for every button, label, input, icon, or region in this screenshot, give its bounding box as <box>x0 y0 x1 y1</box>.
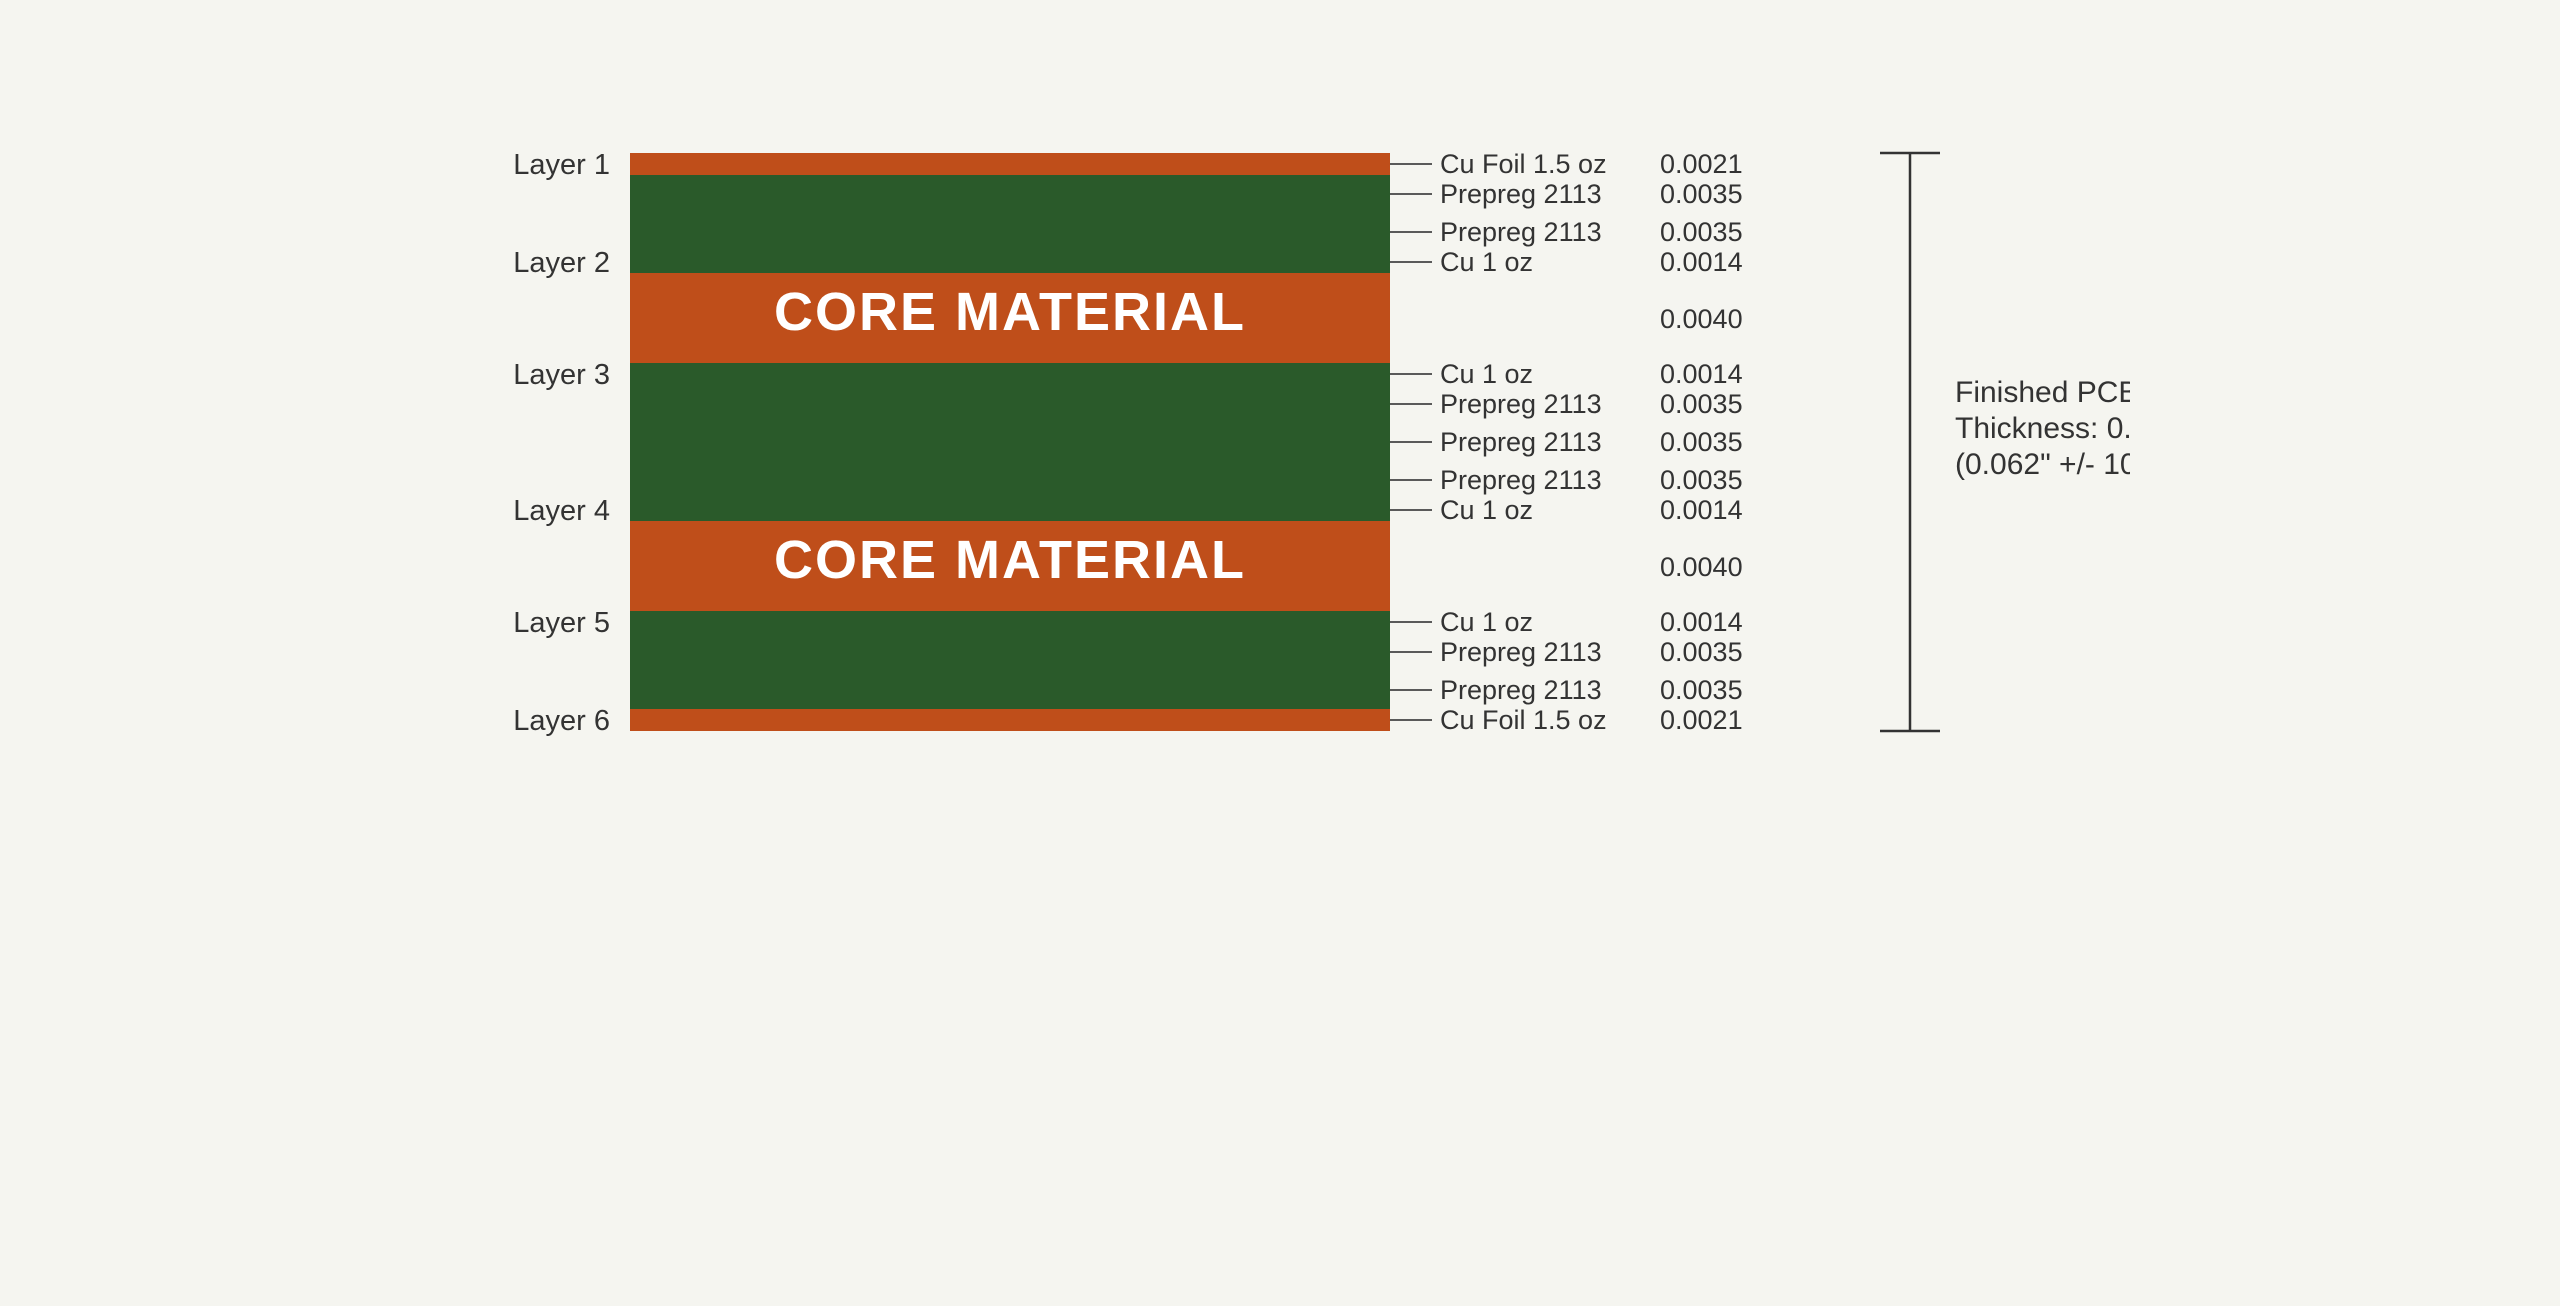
svg-text:0.0021: 0.0021 <box>1660 149 1743 179</box>
svg-text:Prepreg 2113: Prepreg 2113 <box>1440 675 1602 705</box>
svg-text:Layer 1: Layer 1 <box>513 149 610 181</box>
svg-text:CORE MATERIAL: CORE MATERIAL <box>774 530 1246 590</box>
svg-text:Prepreg 2113: Prepreg 2113 <box>1440 389 1602 419</box>
svg-text:Prepreg 2113: Prepreg 2113 <box>1440 427 1602 457</box>
svg-text:0.0021: 0.0021 <box>1660 705 1743 735</box>
diagram-wrapper: Finished PCBThickness: 0.0618(0.062" +/-… <box>0 0 2560 1306</box>
svg-text:Prepreg 2113: Prepreg 2113 <box>1440 465 1602 495</box>
svg-text:Cu 1 oz: Cu 1 oz <box>1440 607 1533 637</box>
svg-text:0.0014: 0.0014 <box>1660 247 1743 277</box>
svg-text:0.0040: 0.0040 <box>1660 552 1743 582</box>
svg-text:Cu Foil 1.5 oz: Cu Foil 1.5 oz <box>1440 149 1607 179</box>
svg-text:0.0014: 0.0014 <box>1660 607 1743 637</box>
svg-text:Layer 3: Layer 3 <box>513 359 610 391</box>
svg-text:0.0035: 0.0035 <box>1660 675 1743 705</box>
svg-text:Cu 1 oz: Cu 1 oz <box>1440 495 1533 525</box>
svg-text:0.0035: 0.0035 <box>1660 465 1743 495</box>
svg-text:Prepreg 2113: Prepreg 2113 <box>1440 179 1602 209</box>
svg-text:0.0014: 0.0014 <box>1660 359 1743 389</box>
svg-text:Cu 1 oz: Cu 1 oz <box>1440 247 1533 277</box>
svg-text:Finished PCBThickness: 0.0618(: Finished PCBThickness: 0.0618(0.062" +/-… <box>1955 376 2130 481</box>
svg-text:0.0035: 0.0035 <box>1660 427 1743 457</box>
svg-text:0.0035: 0.0035 <box>1660 637 1743 667</box>
svg-text:0.0035: 0.0035 <box>1660 217 1743 247</box>
svg-text:Prepreg 2113: Prepreg 2113 <box>1440 637 1602 667</box>
svg-text:0.0014: 0.0014 <box>1660 495 1743 525</box>
svg-text:Layer 2: Layer 2 <box>513 247 610 279</box>
svg-text:Cu 1 oz: Cu 1 oz <box>1440 359 1533 389</box>
svg-text:Layer 4: Layer 4 <box>513 495 610 527</box>
svg-text:Layer 6: Layer 6 <box>513 705 610 737</box>
svg-text:Prepreg 2113: Prepreg 2113 <box>1440 217 1602 247</box>
svg-text:CORE MATERIAL: CORE MATERIAL <box>774 282 1246 342</box>
svg-text:0.0040: 0.0040 <box>1660 304 1743 334</box>
main-content: Finished PCBThickness: 0.0618(0.062" +/-… <box>430 73 2130 1233</box>
svg-text:0.0035: 0.0035 <box>1660 389 1743 419</box>
svg-text:Layer 5: Layer 5 <box>513 607 610 639</box>
svg-text:Cu Foil 1.5 oz: Cu Foil 1.5 oz <box>1440 705 1607 735</box>
svg-text:0.0035: 0.0035 <box>1660 179 1743 209</box>
